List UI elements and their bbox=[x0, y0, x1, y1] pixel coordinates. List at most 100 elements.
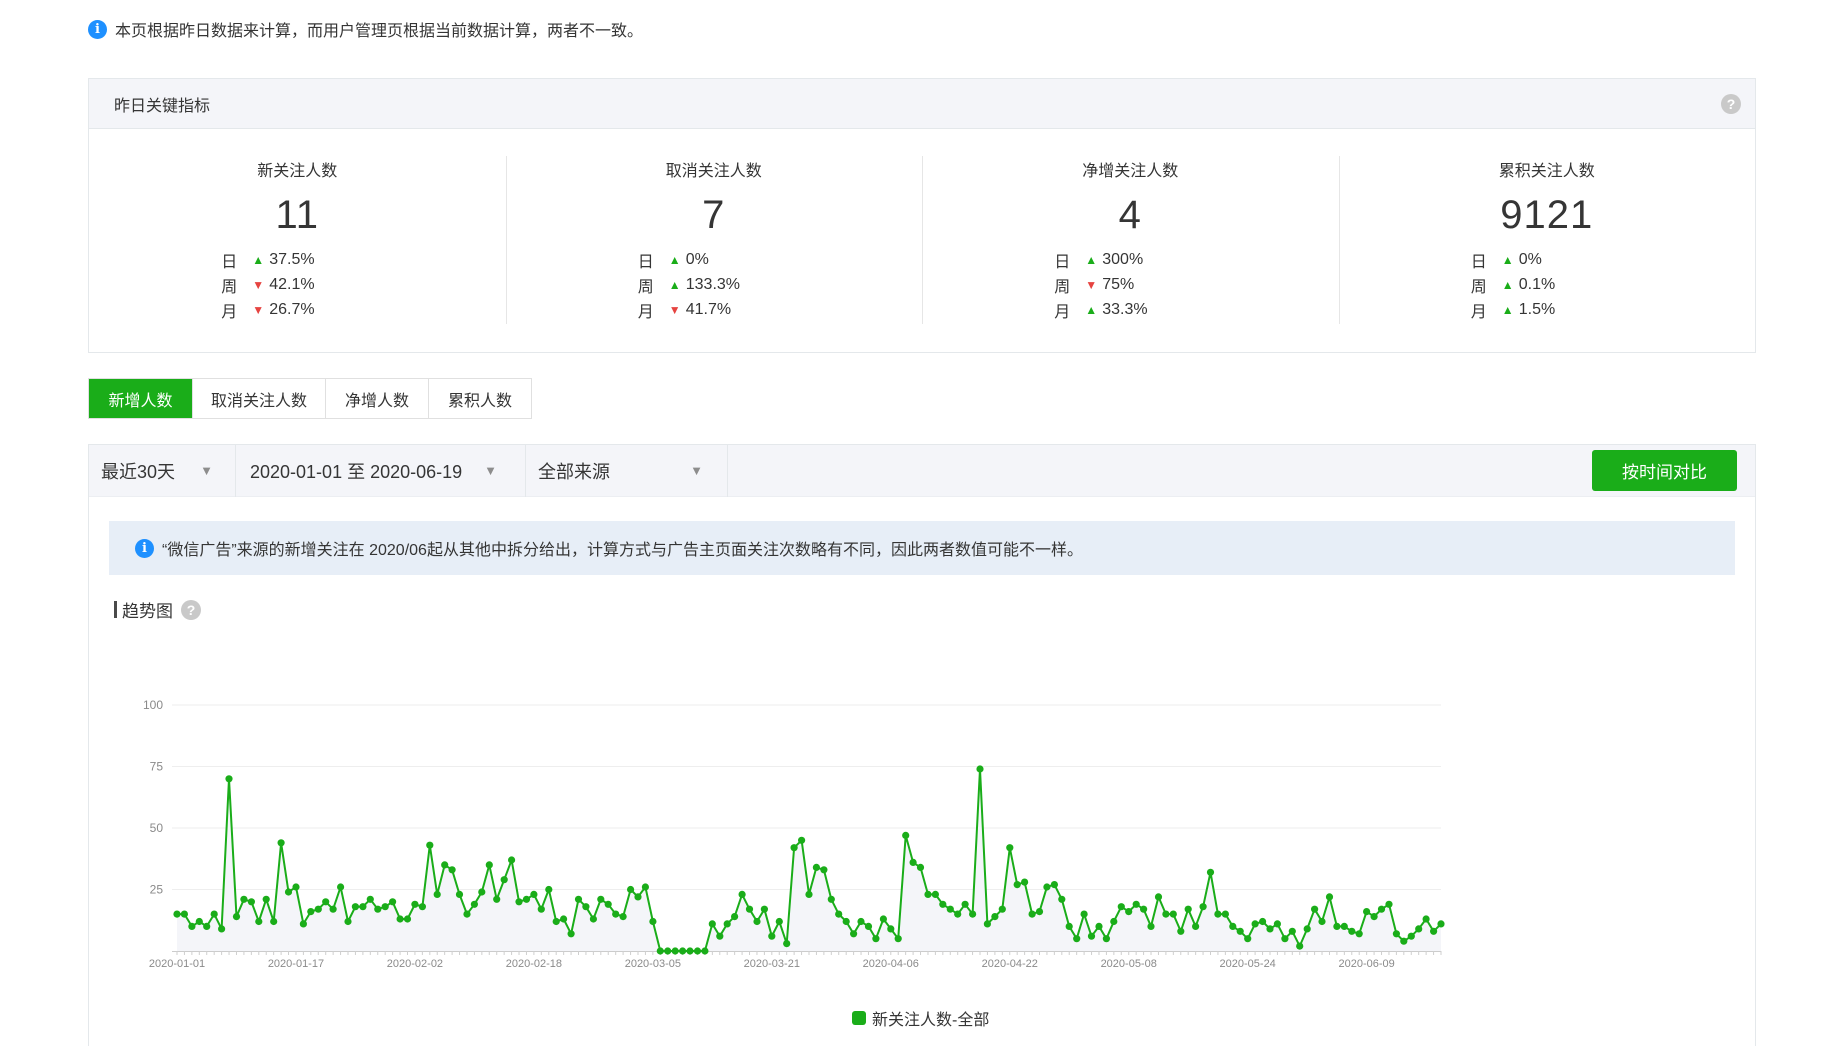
data-point bbox=[1065, 922, 1073, 930]
metric-card-body: 累积关注人数 9121 日 ▲ 0% 周 ▲ 0.1% 月 ▲ 1.5% bbox=[1467, 157, 1627, 322]
data-point bbox=[649, 917, 657, 926]
data-point bbox=[946, 905, 954, 913]
arrow-up-icon: ▲ bbox=[1085, 302, 1098, 317]
tab-2[interactable]: 取消关注人数 bbox=[192, 379, 325, 418]
data-point bbox=[188, 922, 196, 930]
metric-change-row: 周 ▼ 42.1% bbox=[221, 272, 377, 297]
data-point bbox=[1229, 922, 1237, 930]
arrow-up-icon: ▲ bbox=[668, 277, 681, 292]
data-point bbox=[894, 935, 902, 943]
data-point bbox=[426, 841, 434, 849]
arrow-up-icon: ▲ bbox=[1085, 252, 1098, 267]
x-tick-label: 2020-01-17 bbox=[268, 958, 324, 970]
change-percent: 133.3% bbox=[685, 275, 741, 293]
data-point bbox=[210, 910, 218, 918]
y-tick-label: 75 bbox=[150, 760, 164, 774]
change-period: 月 bbox=[1054, 303, 1071, 321]
data-point bbox=[887, 925, 895, 933]
data-point bbox=[738, 890, 746, 898]
data-point bbox=[1050, 881, 1058, 889]
data-point bbox=[560, 915, 568, 923]
data-point bbox=[604, 900, 612, 908]
x-tick-label: 2020-02-02 bbox=[387, 958, 443, 970]
data-point bbox=[961, 900, 969, 908]
data-point bbox=[716, 932, 724, 940]
change-period: 周 bbox=[637, 278, 654, 296]
data-point bbox=[470, 900, 478, 908]
data-point bbox=[1184, 905, 1192, 913]
metric-name: 净增关注人数 bbox=[1082, 163, 1179, 180]
data-point bbox=[686, 947, 694, 955]
data-point bbox=[374, 905, 382, 913]
data-point bbox=[1422, 915, 1430, 923]
data-point bbox=[612, 910, 620, 918]
tab-4[interactable]: 累积人数 bbox=[428, 379, 531, 418]
x-tick-label: 2020-04-22 bbox=[982, 958, 1038, 970]
data-point bbox=[1273, 920, 1281, 928]
data-point bbox=[1214, 910, 1222, 918]
chart-legend[interactable]: 新关注人数-全部 bbox=[852, 1006, 989, 1030]
change-period: 日 bbox=[221, 253, 238, 271]
data-point bbox=[783, 940, 791, 948]
data-point bbox=[664, 947, 672, 955]
data-point bbox=[1311, 905, 1319, 913]
data-point bbox=[545, 885, 553, 894]
change-percent: 41.7% bbox=[685, 300, 732, 318]
data-point bbox=[1281, 935, 1289, 943]
data-point bbox=[1370, 913, 1378, 921]
change-period: 日 bbox=[1470, 253, 1487, 271]
data-point bbox=[478, 888, 486, 896]
data-point bbox=[641, 883, 650, 891]
data-point bbox=[381, 903, 389, 911]
data-point bbox=[857, 917, 865, 926]
data-point bbox=[240, 895, 248, 903]
data-point bbox=[225, 775, 233, 783]
data-point bbox=[1348, 927, 1356, 935]
data-point bbox=[1363, 908, 1371, 916]
data-point bbox=[597, 895, 605, 903]
data-point bbox=[1125, 908, 1133, 916]
data-point bbox=[1355, 930, 1363, 938]
data-point bbox=[1221, 910, 1229, 918]
data-point bbox=[1199, 903, 1207, 911]
data-point bbox=[1303, 925, 1311, 933]
tab-1[interactable]: 新增人数 bbox=[89, 379, 192, 418]
metric-changes: 日 ▲ 0% 周 ▲ 133.3% 月 ▼ 41.7% bbox=[638, 247, 794, 322]
data-point bbox=[1192, 922, 1200, 930]
metric-changes: 日 ▲ 0% 周 ▲ 0.1% 月 ▲ 1.5% bbox=[1471, 247, 1627, 322]
data-point bbox=[969, 910, 977, 918]
data-point bbox=[1154, 893, 1163, 901]
change-period: 月 bbox=[221, 303, 238, 321]
data-point bbox=[790, 844, 798, 852]
change-percent: 37.5% bbox=[269, 250, 315, 268]
data-point bbox=[567, 930, 575, 938]
data-point bbox=[485, 861, 493, 869]
y-tick-label: 25 bbox=[150, 883, 164, 897]
data-point bbox=[500, 876, 508, 884]
data-point bbox=[998, 905, 1006, 913]
y-tick-label: 100 bbox=[143, 698, 163, 712]
series-area bbox=[177, 769, 1441, 951]
trend-chart: 25 50 75 100 2020-01-01 2020-01-17 2020-02-02 2… bbox=[143, 698, 1445, 970]
arrow-down-icon: ▼ bbox=[668, 302, 681, 317]
data-point bbox=[307, 908, 315, 916]
change-percent: 75% bbox=[1102, 275, 1135, 293]
data-point bbox=[812, 863, 821, 871]
data-point bbox=[441, 861, 449, 869]
data-point bbox=[1340, 922, 1348, 930]
trend-panel: 最近30天 ▼ 2020-01-01 至 2020-06-19 ▼ 全部来源 ▼… bbox=[88, 444, 1756, 1046]
data-point bbox=[255, 917, 263, 926]
data-point bbox=[753, 917, 761, 926]
help-icon[interactable]: ? bbox=[1721, 93, 1741, 114]
data-point bbox=[180, 910, 188, 918]
data-point bbox=[939, 900, 947, 908]
data-point bbox=[277, 839, 285, 847]
data-point bbox=[389, 898, 397, 906]
tab-3[interactable]: 净增人数 bbox=[325, 379, 428, 418]
data-point bbox=[508, 856, 516, 864]
data-point bbox=[344, 917, 352, 926]
data-point bbox=[1013, 881, 1021, 889]
metric-change-row: 日 ▲ 300% bbox=[1054, 247, 1210, 272]
x-tick-label: 2020-06-09 bbox=[1339, 958, 1395, 970]
data-point bbox=[1236, 927, 1244, 935]
